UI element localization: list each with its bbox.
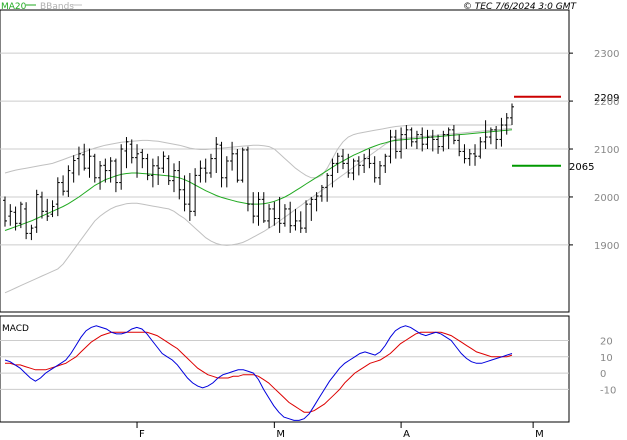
x-tick-label: A: [403, 429, 410, 440]
macd-y-tick-label: 20: [600, 336, 613, 347]
x-axis: FMAMJ: [0, 421, 569, 440]
price-y-tick-label: 2200: [594, 97, 619, 108]
macd-title: MACD: [2, 324, 29, 334]
legend-bbands-label: BBands: [40, 2, 74, 12]
chart-canvas: 22092065 23002200210020001900 20100-10 F…: [0, 2, 619, 440]
copyright-text: © TEC 7/6/2024 3:0 GMT: [463, 2, 578, 12]
price-panel: [0, 9, 570, 313]
x-tick-label: M: [535, 429, 544, 440]
macd-y-tick-label: 10: [600, 353, 613, 364]
support-label: 2065: [569, 162, 594, 173]
macd-y-tick-label: -10: [600, 385, 616, 396]
macd-y-axis: 20 10 0 -10: [600, 336, 616, 396]
price-y-tick-label: 2100: [594, 145, 619, 156]
legend-ma20-label: MA20: [1, 2, 27, 12]
price-y-tick-label: 2000: [594, 193, 619, 204]
macd-y-tick-label: 0: [600, 369, 606, 380]
price-y-tick-label: 2300: [594, 49, 619, 60]
x-tick-label: M: [276, 429, 285, 440]
price-y-tick-label: 1900: [594, 241, 619, 252]
price-y-axis: 2300 2200 2100 2000 1900: [569, 49, 619, 252]
x-tick-label: F: [139, 429, 145, 440]
